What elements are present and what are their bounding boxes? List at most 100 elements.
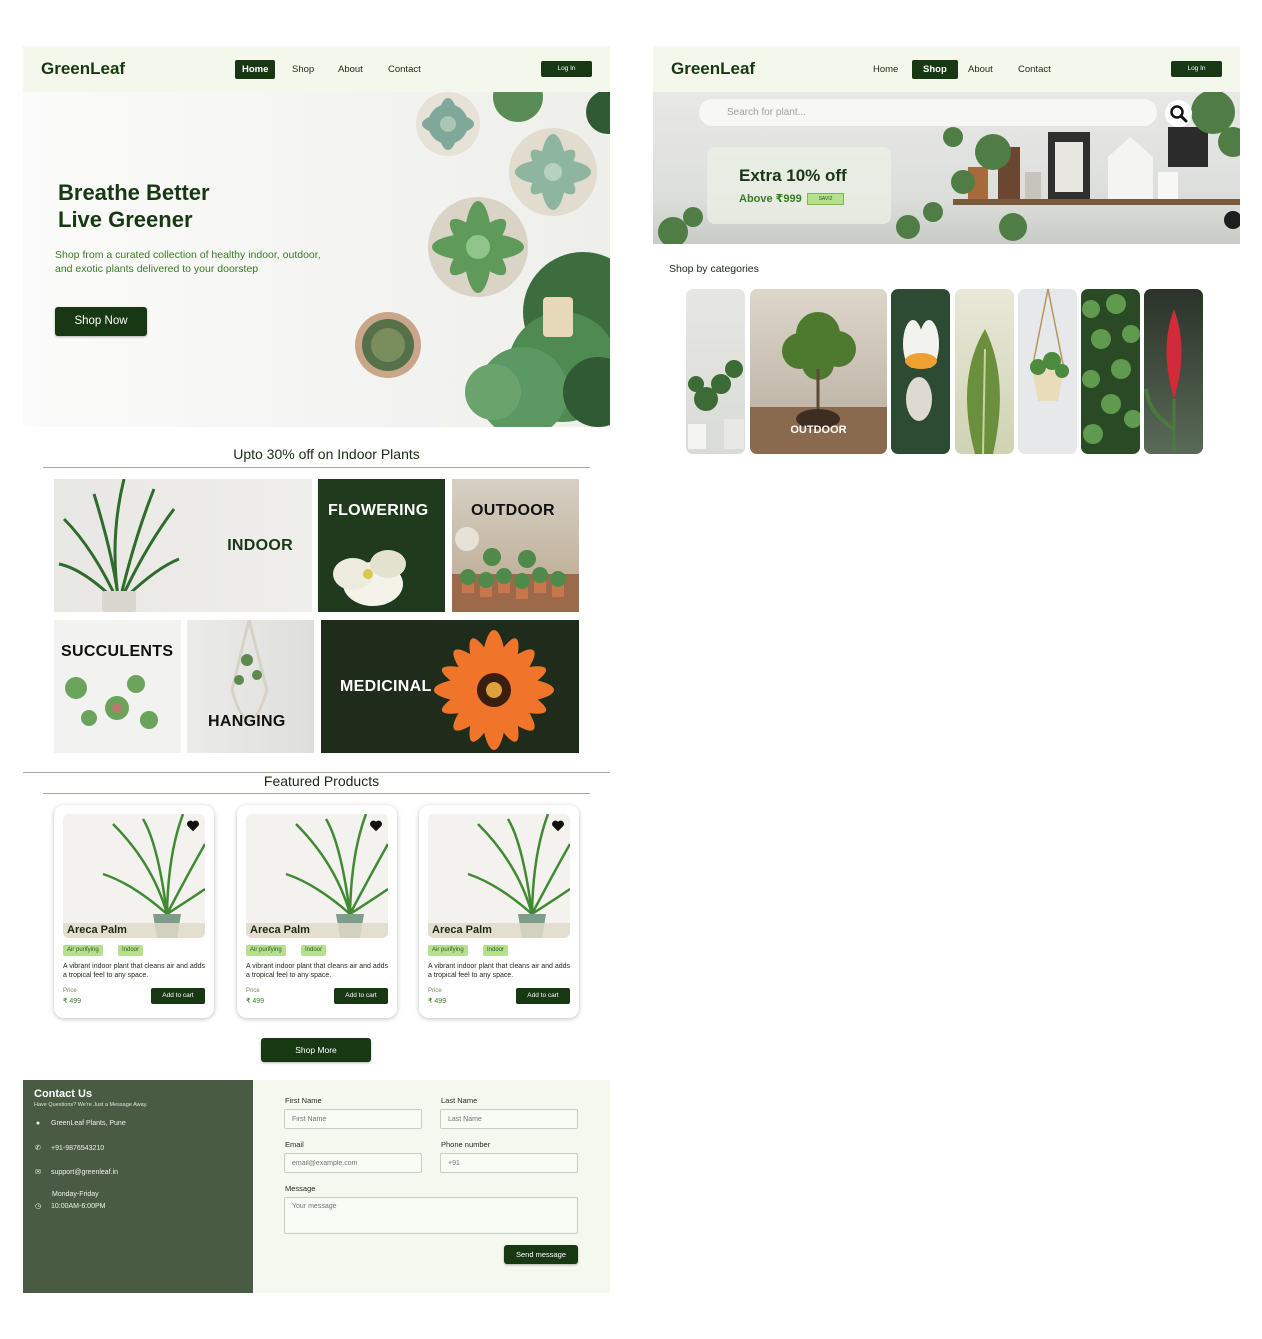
tag-chip: Air purifying	[246, 945, 286, 956]
navbar: GreenLeaf Home Shop About Contact Log In	[23, 46, 610, 92]
category-tile-outdoor[interactable]: OUTDOOR	[452, 479, 579, 612]
category-tile-flowering[interactable]: FLOWERING	[318, 479, 445, 612]
product-card[interactable]: Areca Palm Air purifying Indoor A vibran…	[419, 805, 579, 1018]
send-message-button[interactable]: Send message	[504, 1245, 578, 1264]
add-to-cart-button[interactable]: Add to cart	[334, 988, 388, 1004]
nav-home[interactable]: Home	[235, 60, 276, 79]
logo[interactable]: GreenLeaf	[671, 59, 755, 79]
promo-title: Extra 10% off	[739, 166, 847, 185]
promo-code-badge: SAVI2	[807, 193, 844, 205]
last-name-field[interactable]	[440, 1109, 578, 1129]
offer-title: Upto 30% off on Indoor Plants	[233, 446, 420, 462]
hero-subtitle: Shop from a curated collection of health…	[55, 249, 321, 275]
offer-divider	[43, 467, 590, 468]
category-card-outdoor[interactable]: OUTDOOR	[750, 289, 887, 454]
contact-info-panel: Contact Us Have Questions? We're Just a …	[23, 1080, 253, 1293]
tag-chip: Air purifying	[428, 945, 468, 956]
contact-form: First Name Last Name Email Phone number …	[253, 1080, 610, 1293]
category-label-outdoor: OUTDOOR	[790, 424, 847, 436]
product-image: Areca Palm	[246, 814, 388, 938]
promo-card[interactable]: Extra 10% off Above ₹999 SAVI2	[707, 147, 891, 224]
address-text: GreenLeaf Plants, Pune	[51, 1120, 126, 1127]
shop-page: GreenLeaf Home Shop About Contact Log In…	[653, 46, 1240, 456]
login-button[interactable]: Log In	[1171, 61, 1222, 77]
nav-contact[interactable]: Contact	[1011, 60, 1058, 79]
product-name: Areca Palm	[428, 923, 570, 938]
nav-home[interactable]: Home	[866, 60, 905, 79]
nav-about[interactable]: About	[331, 60, 370, 79]
category-card[interactable]	[1144, 289, 1203, 454]
category-tile-indoor[interactable]: INDOOR	[54, 479, 312, 612]
category-flower-illustration	[903, 320, 939, 421]
hero-title: Breathe Better Live Greener	[58, 179, 210, 233]
email-label: Email	[285, 1140, 304, 1149]
category-foliage-illustration	[1082, 294, 1140, 444]
flowering-illustration	[333, 550, 406, 606]
product-image: Areca Palm	[428, 814, 570, 938]
search-input[interactable]: Search for plant...	[699, 99, 1157, 126]
first-name-field[interactable]	[284, 1109, 422, 1129]
price-value: ₹ 499	[428, 998, 447, 1005]
category-card[interactable]	[1018, 289, 1077, 454]
outdoor-pots-illustration	[452, 527, 579, 612]
wishlist-heart-icon[interactable]	[369, 819, 383, 833]
product-description: A vibrant indoor plant that cleans air a…	[428, 963, 571, 979]
product-description: A vibrant indoor plant that cleans air a…	[246, 963, 389, 979]
tag-chip: Indoor	[118, 945, 144, 956]
product-image: Areca Palm	[63, 814, 205, 938]
price-value: ₹ 499	[246, 998, 265, 1005]
category-card[interactable]	[891, 289, 950, 454]
message-field[interactable]	[284, 1197, 578, 1234]
login-button[interactable]: Log In	[541, 61, 592, 77]
search-icon	[1170, 105, 1188, 123]
contact-title: Contact Us	[34, 1088, 93, 1100]
category-label-flowering: FLOWERING	[328, 502, 429, 519]
price-label: Price	[63, 988, 77, 994]
first-name-label: First Name	[285, 1096, 322, 1105]
logo[interactable]: GreenLeaf	[41, 59, 125, 79]
contact-email: ✉ support@greenleaf.in	[34, 1168, 118, 1176]
contact-hours: ◷ 10:00AM-6:00PM	[34, 1202, 106, 1210]
nav-about[interactable]: About	[961, 60, 1000, 79]
phone-field[interactable]	[440, 1153, 578, 1173]
navbar: GreenLeaf Home Shop About Contact Log In	[653, 46, 1240, 92]
areca-palm-illustration	[102, 814, 205, 938]
phone-text: +91-9876543210	[51, 1145, 105, 1152]
search-button[interactable]	[1165, 100, 1192, 127]
email-field[interactable]	[284, 1153, 422, 1173]
featured-title: Featured Products	[263, 773, 380, 789]
add-to-cart-button[interactable]: Add to cart	[516, 988, 570, 1004]
category-tile-hanging[interactable]: HANGING	[187, 620, 314, 753]
category-tile-medicinal[interactable]: MEDICINAL	[321, 620, 579, 753]
category-plant-illustration	[688, 360, 744, 449]
featured-divider	[43, 793, 590, 794]
promo-subtitle: Above ₹999	[739, 193, 802, 205]
wishlist-heart-icon[interactable]	[551, 819, 565, 833]
tag-chip: Indoor	[301, 945, 327, 956]
nav-shop[interactable]: Shop	[285, 60, 321, 79]
contact-phone: ✆ +91-9876543210	[34, 1144, 104, 1152]
mail-icon: ✉	[35, 1169, 41, 1176]
category-tile-succulents[interactable]: SUCCULENTS	[54, 620, 181, 753]
hero-title-line-1: Breathe Better	[58, 180, 210, 205]
category-hanging-illustration	[1030, 289, 1069, 401]
hanging-planter-illustration	[230, 620, 269, 722]
category-card[interactable]	[955, 289, 1014, 454]
add-to-cart-button[interactable]: Add to cart	[151, 988, 205, 1004]
category-card[interactable]	[1081, 289, 1140, 454]
product-name: Areca Palm	[246, 923, 388, 938]
contact-address: ● GreenLeaf Plants, Pune	[34, 1120, 126, 1127]
product-card[interactable]: Areca Palm Air purifying Indoor A vibran…	[237, 805, 397, 1018]
shop-now-button[interactable]: Shop Now	[55, 307, 147, 336]
nav-contact[interactable]: Contact	[381, 60, 428, 79]
succulents-illustration	[65, 675, 158, 729]
product-card[interactable]: Areca Palm Air purifying Indoor A vibran…	[54, 805, 214, 1018]
nav-shop[interactable]: Shop	[912, 60, 958, 79]
wishlist-heart-icon[interactable]	[186, 819, 200, 833]
product-description: A vibrant indoor plant that cleans air a…	[63, 963, 206, 979]
category-card[interactable]	[686, 289, 745, 454]
message-label: Message	[285, 1184, 316, 1193]
areca-palm-illustration	[285, 814, 388, 938]
shop-more-button[interactable]: Shop More	[261, 1038, 371, 1062]
areca-palm-illustration	[467, 814, 570, 938]
